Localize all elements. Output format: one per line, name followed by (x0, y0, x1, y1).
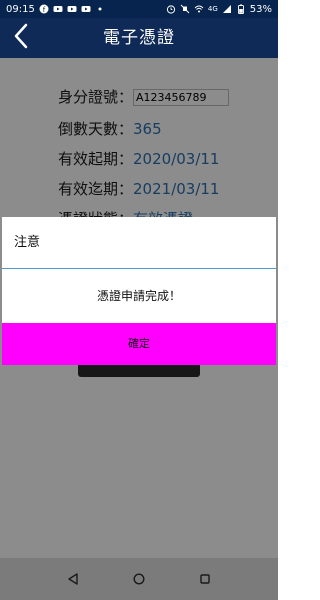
youtube-icon (53, 4, 63, 14)
nav-recents-button[interactable] (193, 567, 217, 591)
app-screen: 09:15 f 4G 53% 電子憑證 身分證號： A123456789 倒數天… (0, 0, 278, 600)
app-header: 電子憑證 (0, 18, 278, 58)
dialog-message: 憑證申請完成！ (2, 269, 276, 323)
confirm-button[interactable]: 確定 (2, 323, 276, 365)
youtube-icon-3 (81, 4, 91, 14)
battery-icon (236, 4, 246, 14)
network-type: 4G (207, 5, 218, 13)
facebook-icon: f (39, 4, 49, 14)
square-recents-icon (199, 570, 211, 589)
page-title: 電子憑證 (103, 28, 175, 48)
dialog-title: 注意 (2, 217, 276, 269)
alarm-icon (166, 4, 176, 14)
nav-back-button[interactable] (61, 567, 85, 591)
alert-dialog: 注意 憑證申請完成！ 確定 (2, 217, 276, 365)
dot-icon (95, 4, 105, 14)
battery-percent: 53% (249, 3, 272, 15)
mute-icon (180, 4, 190, 14)
status-time: 09:15 (6, 3, 35, 15)
wifi-icon (194, 4, 204, 14)
youtube-icon-2 (67, 4, 77, 14)
circle-home-icon (133, 570, 145, 589)
status-bar-left: 09:15 f (6, 4, 105, 15)
triangle-back-icon (67, 570, 79, 589)
signal-icon (222, 4, 232, 14)
nav-home-button[interactable] (127, 567, 151, 591)
system-nav-bar (0, 558, 278, 600)
status-bar-right: 4G 53% (166, 4, 272, 15)
status-bar: 09:15 f 4G 53% (0, 0, 278, 18)
